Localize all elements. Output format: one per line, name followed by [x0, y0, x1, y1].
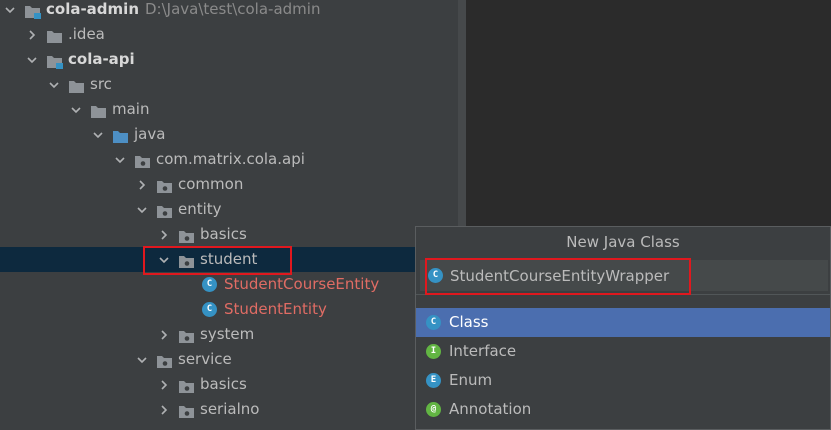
module-folder-icon: [46, 52, 63, 69]
kind-option-enum[interactable]: E Enum: [416, 366, 830, 395]
tree-item[interactable]: serialno: [0, 397, 458, 422]
tree-item-label: basics: [200, 225, 247, 243]
class-icon: C: [202, 302, 217, 317]
folder-icon: [46, 27, 63, 43]
chevron-right-icon[interactable]: [158, 397, 170, 422]
package-icon: [156, 202, 173, 218]
popup-title: New Java Class: [566, 233, 680, 251]
tree-item-label: entity: [178, 200, 222, 218]
tree-item[interactable]: cola-admin D:\Java\test\cola-admin: [0, 0, 458, 22]
chevron-right-icon[interactable]: [158, 222, 170, 247]
new-java-class-popup: New Java Class C C Class I Interface E Enum @ A…: [415, 226, 831, 430]
tree-item-label: serialno: [200, 400, 260, 418]
tree-item[interactable]: system: [0, 322, 458, 347]
kind-option-label: Annotation: [449, 400, 532, 418]
tree-item[interactable]: basics: [0, 222, 458, 247]
tree-item-label: StudentEntity: [224, 300, 327, 318]
class-badge-icon: C: [428, 268, 443, 283]
interface-kind-icon: I: [426, 344, 441, 359]
module-folder-icon: [24, 2, 41, 19]
tree-item-class[interactable]: C StudentCourseEntity: [0, 272, 458, 297]
tree-item-label: service: [178, 350, 232, 368]
class-icon: C: [202, 277, 217, 292]
tree-item[interactable]: .idea: [0, 22, 458, 47]
package-icon: [178, 252, 195, 268]
tree-item-label: com.matrix.cola.api: [156, 150, 305, 168]
package-icon: [178, 327, 195, 343]
enum-kind-icon: E: [426, 373, 441, 388]
package-icon: [156, 177, 173, 193]
tree-item[interactable]: student: [0, 247, 458, 272]
tree-item-label: StudentCourseEntity: [224, 275, 380, 293]
tree-item[interactable]: com.matrix.cola.api: [0, 147, 458, 172]
kind-option-class[interactable]: C Class: [416, 308, 830, 337]
class-name-field[interactable]: C: [420, 260, 828, 291]
chevron-down-icon[interactable]: [92, 122, 104, 147]
chevron-down-icon[interactable]: [26, 47, 38, 72]
tree-item[interactable]: common: [0, 172, 458, 197]
package-icon: [178, 227, 195, 243]
project-tree: cola-admin D:\Java\test\cola-admin .idea co…: [0, 0, 458, 430]
kind-option-label: Interface: [449, 342, 517, 360]
kind-option-interface[interactable]: I Interface: [416, 337, 830, 366]
chevron-down-icon[interactable]: [114, 147, 126, 172]
tree-item-label: cola-admin D:\Java\test\cola-admin: [46, 0, 321, 18]
package-icon: [178, 402, 195, 418]
chevron-down-icon[interactable]: [136, 347, 148, 372]
chevron-down-icon[interactable]: [136, 197, 148, 222]
package-icon: [178, 377, 195, 393]
kind-option-annotation[interactable]: @ Annotation: [416, 395, 830, 424]
kind-option-label: Class: [449, 313, 489, 331]
folder-icon: [68, 77, 85, 93]
chevron-down-icon[interactable]: [48, 72, 60, 97]
package-icon: [156, 352, 173, 368]
tree-item-label: cola-api: [68, 50, 135, 68]
chevron-right-icon[interactable]: [158, 422, 170, 430]
chevron-right-icon[interactable]: [26, 22, 38, 47]
tree-item[interactable]: service: [0, 347, 458, 372]
chevron-down-icon[interactable]: [158, 247, 170, 272]
popup-divider: [416, 294, 830, 295]
package-icon: [134, 152, 151, 168]
chevron-right-icon[interactable]: [158, 372, 170, 397]
tree-item-label: java: [134, 125, 166, 143]
tree-item[interactable]: basics: [0, 372, 458, 397]
tree-item-label: src: [90, 75, 112, 93]
tree-item-label: main: [112, 100, 150, 118]
source-folder-icon: [112, 127, 129, 143]
tree-item[interactable]: java: [0, 122, 458, 147]
tree-item-label: student: [200, 250, 258, 268]
tree-item[interactable]: [0, 422, 458, 430]
annotation-kind-icon: @: [426, 402, 441, 417]
chevron-right-icon[interactable]: [136, 172, 148, 197]
chevron-right-icon[interactable]: [158, 322, 170, 347]
tree-item-label: basics: [200, 375, 247, 393]
folder-icon: [90, 102, 107, 118]
class-name-input[interactable]: [450, 260, 810, 291]
chevron-down-icon[interactable]: [70, 97, 82, 122]
class-kind-icon: C: [426, 315, 441, 330]
tree-item-label: common: [178, 175, 244, 193]
tree-item[interactable]: entity: [0, 197, 458, 222]
tree-item-label: system: [200, 325, 255, 343]
tree-item[interactable]: src: [0, 72, 458, 97]
tree-item-class[interactable]: C StudentEntity: [0, 297, 458, 322]
tree-item-label: .idea: [68, 25, 105, 43]
tree-item[interactable]: cola-api: [0, 47, 458, 72]
project-path: D:\Java\test\cola-admin: [145, 0, 321, 18]
tree-item[interactable]: main: [0, 97, 458, 122]
kind-option-label: Enum: [449, 371, 493, 389]
chevron-down-icon[interactable]: [4, 0, 16, 22]
